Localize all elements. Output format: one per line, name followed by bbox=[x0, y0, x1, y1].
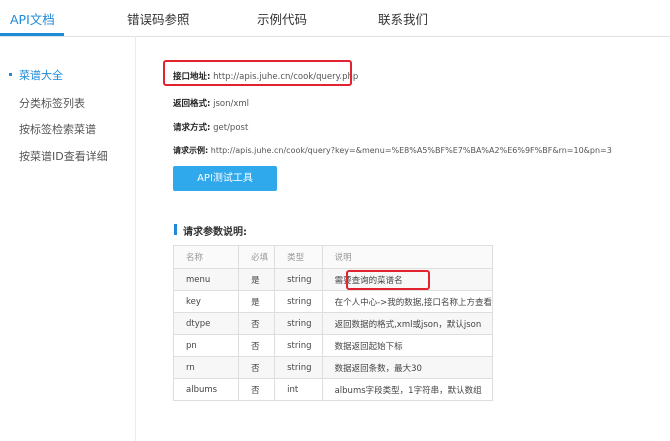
param-required: 是 bbox=[238, 290, 276, 313]
param-description: 数据返回起始下标 bbox=[321, 334, 494, 357]
return-format-value: json/xml bbox=[213, 99, 250, 109]
param-description: 在个人中心->我的数据,接口名称上方查看 bbox=[321, 290, 494, 313]
sidebar-divider bbox=[135, 36, 136, 441]
table-row: pn 否 string 数据返回起始下标 bbox=[172, 334, 494, 357]
tab-api-docs[interactable]: API文档 bbox=[10, 9, 55, 28]
param-type: string bbox=[274, 268, 323, 291]
api-test-tool-button[interactable]: API测试工具 bbox=[173, 166, 277, 191]
param-required: 否 bbox=[238, 334, 276, 357]
tab-sample-code[interactable]: 示例代码 bbox=[257, 9, 307, 28]
param-name: rn bbox=[172, 356, 240, 379]
active-bullet-icon bbox=[9, 73, 12, 76]
request-method-value: get/post bbox=[213, 123, 249, 133]
request-example-value: http://apis.juhe.cn/cook/query?key=&menu… bbox=[210, 146, 612, 155]
param-name: albums bbox=[172, 378, 240, 401]
header-required: 必填 bbox=[238, 245, 276, 269]
param-description: 数据返回条数，最大30 bbox=[321, 356, 494, 379]
table-row: menu 是 string 需要查询的菜谱名 bbox=[172, 268, 494, 291]
tab-contact-us[interactable]: 联系我们 bbox=[378, 9, 428, 28]
top-tab-bar: API文档 错误码参照 示例代码 联系我们 bbox=[0, 0, 670, 37]
param-required: 否 bbox=[238, 312, 276, 335]
params-section-title: 请求参数说明: bbox=[183, 227, 247, 238]
param-name: pn bbox=[172, 334, 240, 357]
request-example-label: 请求示例: bbox=[173, 146, 209, 155]
param-name: menu bbox=[172, 268, 240, 291]
table-row: albums 否 int albums字段类型，1字符串，默认数组 bbox=[172, 378, 494, 401]
sidebar-item-recipes[interactable]: 菜谱大全 bbox=[19, 67, 63, 83]
table-row: key 是 string 在个人中心->我的数据,接口名称上方查看 bbox=[172, 290, 494, 313]
sidebar-item-category-tags[interactable]: 分类标签列表 bbox=[19, 95, 85, 111]
request-example-line: 请求示例: http://apis.juhe.cn/cook/query?key… bbox=[173, 145, 612, 156]
tab-error-codes[interactable]: 错误码参照 bbox=[127, 9, 190, 28]
param-description: 返回数据的格式,xml或json，默认json bbox=[321, 312, 494, 335]
param-type: string bbox=[274, 356, 323, 379]
table-row: rn 否 string 数据返回条数，最大30 bbox=[172, 356, 494, 379]
table-row: dtype 否 string 返回数据的格式,xml或json，默认json bbox=[172, 312, 494, 335]
table-header-row: 名称 必填 类型 说明 bbox=[172, 245, 494, 269]
param-type: int bbox=[274, 378, 323, 401]
param-required: 否 bbox=[238, 378, 276, 401]
active-tab-indicator bbox=[0, 33, 64, 36]
return-format-line: 返回格式: json/xml bbox=[173, 97, 249, 109]
sidebar-item-search-by-tag[interactable]: 按标签检索菜谱 bbox=[19, 121, 96, 137]
param-name: key bbox=[172, 290, 240, 313]
header-description: 说明 bbox=[321, 245, 494, 269]
sidebar-item-detail-by-id[interactable]: 按菜谱ID查看详细 bbox=[19, 148, 108, 164]
params-table: 名称 必填 类型 说明 menu 是 string 需要查询的菜谱名 key 是… bbox=[172, 245, 494, 401]
param-type: string bbox=[274, 290, 323, 313]
param-description: albums字段类型，1字符串，默认数组 bbox=[321, 378, 494, 401]
header-name: 名称 bbox=[172, 245, 240, 269]
return-format-label: 返回格式: bbox=[173, 99, 211, 109]
param-required: 是 bbox=[238, 268, 276, 291]
url-highlight-box bbox=[163, 60, 352, 86]
param-required: 否 bbox=[238, 356, 276, 379]
request-method-line: 请求方式: get/post bbox=[173, 121, 248, 133]
param-name: dtype bbox=[172, 312, 240, 335]
menu-desc-highlight-box bbox=[346, 270, 430, 290]
request-method-label: 请求方式: bbox=[173, 123, 211, 133]
header-type: 类型 bbox=[274, 245, 323, 269]
param-type: string bbox=[274, 334, 323, 357]
section-accent-bar bbox=[174, 224, 177, 235]
param-type: string bbox=[274, 312, 323, 335]
